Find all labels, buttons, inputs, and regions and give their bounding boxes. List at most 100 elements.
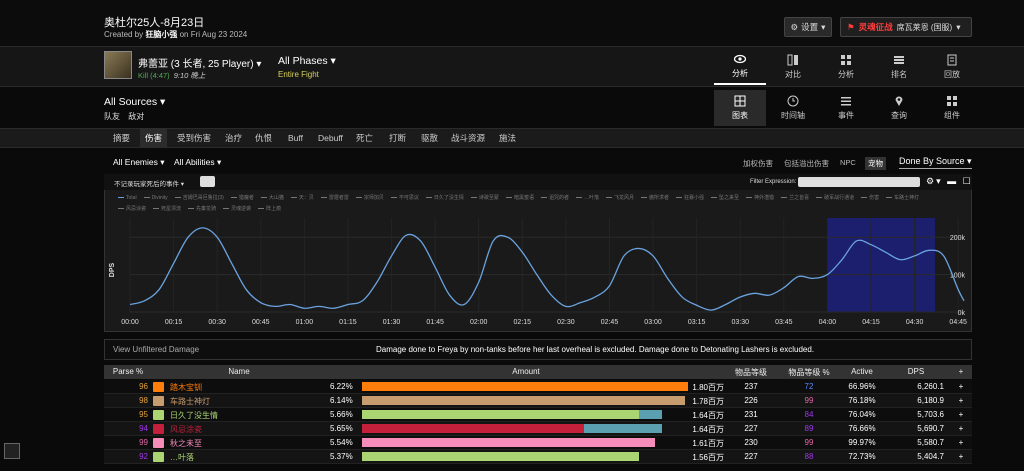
- tab-6[interactable]: Debuff: [313, 128, 348, 148]
- legend-item[interactable]: 不可思议: [390, 193, 419, 204]
- settings-button[interactable]: ⚙ 设置 ▾: [784, 17, 832, 37]
- phase-selector[interactable]: All Phases ▾: [278, 55, 336, 67]
- player-name[interactable]: 秋之未至: [170, 438, 320, 449]
- col-dps[interactable]: DPS: [882, 367, 950, 376]
- table-row[interactable]: 94 风忌涂瓷 5.65% 1.64百万 227 89 76.66% 5,690.7 +: [104, 422, 972, 436]
- amount-value: 1.64百万: [692, 425, 724, 434]
- player-name[interactable]: 踏木宝钏: [170, 382, 320, 393]
- npc-toggle[interactable]: NPC: [840, 158, 856, 167]
- view-widgets[interactable]: 组件: [926, 90, 978, 126]
- widgets-icon: [947, 96, 957, 106]
- legend-item[interactable]: 宗师加贝: [355, 193, 384, 204]
- view-timeline[interactable]: 时间轴: [767, 90, 819, 126]
- nav-analysis[interactable]: 分析: [820, 49, 872, 85]
- x-tick-label: 04:30: [906, 319, 924, 326]
- amount-value: 1.78百万: [692, 397, 724, 406]
- legend-item[interactable]: 兰之皆喜: [781, 193, 809, 204]
- legend-item[interactable]: 大山猫: [260, 193, 284, 204]
- pets-toggle[interactable]: 宠物: [865, 157, 886, 170]
- row-add[interactable]: +: [950, 424, 972, 433]
- source-selector[interactable]: All Sources ▾: [104, 96, 165, 108]
- row-add[interactable]: +: [950, 452, 972, 461]
- view-events[interactable]: 事件: [820, 90, 872, 126]
- tab-8[interactable]: 打断: [384, 128, 411, 148]
- tab-10[interactable]: 战斗资源: [446, 128, 490, 148]
- enemies-filter[interactable]: All Enemies ▾: [113, 157, 165, 168]
- tab-7[interactable]: 死亡: [351, 128, 378, 148]
- player-name[interactable]: 日久了没生情: [170, 410, 320, 421]
- legend-item[interactable]: 破军战行通道: [816, 193, 854, 204]
- legend-item[interactable]: Divinity: [143, 193, 168, 204]
- legend-item[interactable]: 诗歌至蒙: [470, 193, 499, 204]
- tab-3[interactable]: 治疗: [220, 128, 247, 148]
- player-name[interactable]: …叶落: [170, 452, 320, 463]
- row-add[interactable]: +: [950, 396, 972, 405]
- tab-hostile[interactable]: 敌对: [128, 112, 144, 121]
- author-link[interactable]: 狂脑小强: [145, 30, 177, 39]
- legend-item[interactable]: 日久了没生情: [425, 193, 464, 204]
- col-amount[interactable]: Amount: [326, 367, 726, 376]
- weighted-damage-toggle[interactable]: 加权伤害: [743, 158, 773, 169]
- player-name[interactable]: 风忌涂瓷: [170, 424, 320, 435]
- overkill-toggle[interactable]: 包括溢出伤害: [784, 158, 829, 169]
- table-row[interactable]: 96 踏木宝钏 6.22% 1.80百万 237 72 66.96% 6,260.1 +: [104, 380, 972, 394]
- col-parse[interactable]: Parse %: [104, 367, 152, 376]
- row-add[interactable]: +: [950, 382, 972, 391]
- legend-item[interactable]: 天：贝: [290, 193, 314, 204]
- tab-11[interactable]: 施法: [494, 128, 521, 148]
- table-row[interactable]: 92 …叶落 5.37% 1.56百万 227 88 72.73% 5,404.7 +: [104, 450, 972, 464]
- item-level-percent: 72: [804, 382, 814, 391]
- row-add[interactable]: +: [950, 438, 972, 447]
- graph-toggle[interactable]: [200, 176, 215, 187]
- legend-item[interactable]: 坠之来至: [711, 193, 739, 204]
- col-ilvl-pct[interactable]: 物品等级 %: [776, 367, 842, 378]
- table-row[interactable]: 95 日久了没生情 5.66% 1.64百万 231 84 76.04% 5,703.6 +: [104, 408, 972, 422]
- death-filter-select[interactable]: 不记录玩家死后的事件 ▾: [114, 178, 184, 188]
- col-active[interactable]: Active: [842, 367, 882, 376]
- legend-item[interactable]: 车路士神灯: [886, 193, 919, 204]
- tab-2[interactable]: 受到伤害: [172, 128, 216, 148]
- realm-selector[interactable]: ⚑ 灵魂征战 席瓦莱恩 (国服) ▾: [840, 17, 972, 37]
- view-unfiltered-link[interactable]: View Unfiltered Damage: [113, 345, 199, 354]
- tab-0[interactable]: 摘要: [108, 128, 135, 148]
- nav-compare[interactable]: 对比: [767, 49, 819, 85]
- legend-item[interactable]: Total: [118, 193, 137, 204]
- legend-line-icon: [258, 208, 265, 210]
- col-name[interactable]: Name: [152, 367, 326, 376]
- table-row[interactable]: 99 秋之未至 5.54% 1.61百万 230 99 99.97% 5,580.7 +: [104, 436, 972, 450]
- table-row[interactable]: 98 车路士神灯 6.14% 1.78百万 226 99 76.18% 6,180.9 +: [104, 394, 972, 408]
- view-query[interactable]: 查询: [873, 90, 925, 126]
- legend-item[interactable]: 傲所求者: [641, 193, 669, 204]
- done-by-selector[interactable]: Done By Source ▾: [899, 156, 972, 169]
- graph-tools[interactable]: ⚙▾ ▬ ☐: [926, 176, 973, 187]
- legend-item[interactable]: 吉姆巴哥巨鲁拉(3): [174, 193, 224, 204]
- filter-expression-input[interactable]: [798, 177, 920, 187]
- qr-code-icon[interactable]: [4, 443, 20, 459]
- class-icon: [153, 452, 164, 462]
- legend-item[interactable]: 神外潜猎: [746, 193, 774, 204]
- player-name[interactable]: 车路士神灯: [170, 396, 320, 407]
- tab-1[interactable]: 伤害: [140, 128, 168, 148]
- row-add[interactable]: +: [950, 410, 972, 419]
- tab-9[interactable]: 驱散: [416, 128, 443, 148]
- dps-value: 5,404.7: [917, 452, 944, 461]
- fight-selector[interactable]: 弗蕾亚 (3 长者, 25 Player) ▾: [138, 55, 261, 70]
- legend-item[interactable]: 飞龙风月: [605, 193, 634, 204]
- legend-item[interactable]: 诅咒的者: [540, 193, 569, 204]
- abilities-filter[interactable]: All Abilities ▾: [174, 157, 221, 168]
- view-tables[interactable]: 图表: [714, 90, 766, 126]
- legend-item[interactable]: 狂暴小强: [676, 193, 704, 204]
- tab-friendly[interactable]: 队友: [104, 112, 120, 121]
- nav-rankings[interactable]: 排名: [873, 49, 925, 85]
- nav-analyze[interactable]: 分析: [714, 49, 766, 85]
- legend-item[interactable]: 猎魔者: [230, 193, 254, 204]
- legend-item[interactable]: 暗黑蜜语: [505, 193, 534, 204]
- legend-item[interactable]: 伤害: [861, 193, 879, 204]
- nav-replay[interactable]: 回放: [926, 49, 978, 85]
- col-add[interactable]: +: [950, 367, 972, 376]
- col-ilvl[interactable]: 物品等级: [726, 367, 776, 378]
- tab-5[interactable]: Buff: [283, 128, 308, 148]
- legend-item[interactable]: 雷霆者雷: [320, 193, 349, 204]
- legend-item[interactable]: …叶落: [575, 193, 599, 204]
- tab-4[interactable]: 仇恨: [250, 128, 277, 148]
